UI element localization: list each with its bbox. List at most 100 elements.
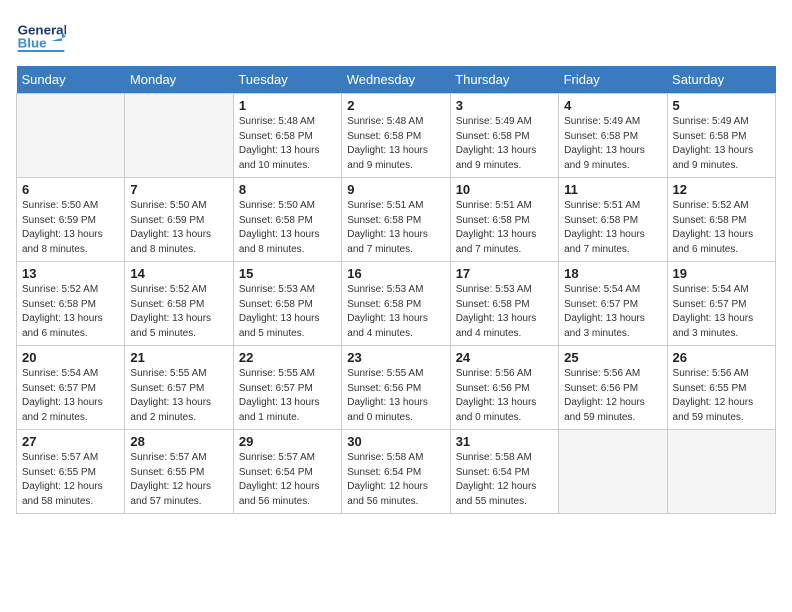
calendar-cell: 23 Sunrise: 5:55 AM Sunset: 6:56 PM Dayli… xyxy=(342,346,450,430)
day-number: 9 xyxy=(347,182,444,197)
calendar-cell: 27 Sunrise: 5:57 AM Sunset: 6:55 PM Dayli… xyxy=(17,430,125,514)
calendar-cell xyxy=(125,94,233,178)
day-info: Sunrise: 5:56 AM Sunset: 6:56 PM Dayligh… xyxy=(564,367,661,425)
calendar-cell: 21 Sunrise: 5:55 AM Sunset: 6:57 PM Dayli… xyxy=(125,346,233,430)
day-info: Sunrise: 5:52 AM Sunset: 6:58 PM Dayligh… xyxy=(130,283,227,341)
day-number: 20 xyxy=(22,350,119,365)
day-number: 8 xyxy=(239,182,336,197)
day-info: Sunrise: 5:50 AM Sunset: 6:58 PM Dayligh… xyxy=(239,199,336,257)
day-number: 18 xyxy=(564,266,661,281)
day-number: 23 xyxy=(347,350,444,365)
calendar-cell: 25Sunrise: 5:56 AM Sunset: 6:56 PM Dayli… xyxy=(559,346,667,430)
day-info: Sunrise: 5:55 AM Sunset: 6:57 PM Dayligh… xyxy=(130,367,227,425)
day-number: 1 xyxy=(239,98,336,113)
day-info: Sunrise: 5:54 AM Sunset: 6:57 PM Dayligh… xyxy=(673,283,770,341)
calendar-cell: 16 Sunrise: 5:53 AM Sunset: 6:58 PM Dayli… xyxy=(342,262,450,346)
logo: General Blue xyxy=(16,16,66,56)
day-number: 31 xyxy=(456,434,553,449)
day-number: 26 xyxy=(673,350,770,365)
calendar-cell: 26 Sunrise: 5:56 AM Sunset: 6:55 PM Dayli… xyxy=(667,346,775,430)
day-info: Sunrise: 5:49 AM Sunset: 6:58 PM Dayligh… xyxy=(673,115,770,173)
day-info: Sunrise: 5:54 AM Sunset: 6:57 PM Dayligh… xyxy=(22,367,119,425)
weekday-header-wednesday: Wednesday xyxy=(342,66,450,94)
day-number: 22 xyxy=(239,350,336,365)
calendar-cell: 4 Sunrise: 5:49 AM Sunset: 6:58 PM Daylig… xyxy=(559,94,667,178)
calendar-cell: 12 Sunrise: 5:52 AM Sunset: 6:58 PM Dayli… xyxy=(667,178,775,262)
day-info: Sunrise: 5:49 AM Sunset: 6:58 PM Dayligh… xyxy=(564,115,661,173)
weekday-header-sunday: Sunday xyxy=(17,66,125,94)
calendar-table: SundayMondayTuesdayWednesdayThursdayFrid… xyxy=(16,66,776,514)
day-number: 13 xyxy=(22,266,119,281)
calendar-week-5: 27 Sunrise: 5:57 AM Sunset: 6:55 PM Dayli… xyxy=(17,430,776,514)
day-number: 21 xyxy=(130,350,227,365)
page-header: General Blue xyxy=(16,16,776,56)
calendar-cell: 3 Sunrise: 5:49 AM Sunset: 6:58 PM Daylig… xyxy=(450,94,558,178)
day-info: Sunrise: 5:53 AM Sunset: 6:58 PM Dayligh… xyxy=(347,283,444,341)
calendar-cell: 15Sunrise: 5:53 AM Sunset: 6:58 PM Dayli… xyxy=(233,262,341,346)
day-number: 24 xyxy=(456,350,553,365)
day-number: 2 xyxy=(347,98,444,113)
calendar-cell: 8 Sunrise: 5:50 AM Sunset: 6:58 PM Daylig… xyxy=(233,178,341,262)
weekday-header-friday: Friday xyxy=(559,66,667,94)
day-number: 16 xyxy=(347,266,444,281)
calendar-cell: 24 Sunrise: 5:56 AM Sunset: 6:56 PM Dayli… xyxy=(450,346,558,430)
day-number: 7 xyxy=(130,182,227,197)
day-info: Sunrise: 5:53 AM Sunset: 6:58 PM Dayligh… xyxy=(456,283,553,341)
day-info: Sunrise: 5:55 AM Sunset: 6:56 PM Dayligh… xyxy=(347,367,444,425)
logo-svg: General Blue xyxy=(16,16,66,56)
day-info: Sunrise: 5:49 AM Sunset: 6:58 PM Dayligh… xyxy=(456,115,553,173)
weekday-header-row: SundayMondayTuesdayWednesdayThursdayFrid… xyxy=(17,66,776,94)
calendar-cell: 31 Sunrise: 5:58 AM Sunset: 6:54 PM Dayli… xyxy=(450,430,558,514)
day-number: 6 xyxy=(22,182,119,197)
weekday-header-saturday: Saturday xyxy=(667,66,775,94)
calendar-week-2: 6 Sunrise: 5:50 AM Sunset: 6:59 PM Daylig… xyxy=(17,178,776,262)
day-info: Sunrise: 5:55 AM Sunset: 6:57 PM Dayligh… xyxy=(239,367,336,425)
calendar-week-1: 1 Sunrise: 5:48 AM Sunset: 6:58 PM Daylig… xyxy=(17,94,776,178)
day-info: Sunrise: 5:50 AM Sunset: 6:59 PM Dayligh… xyxy=(130,199,227,257)
day-info: Sunrise: 5:50 AM Sunset: 6:59 PM Dayligh… xyxy=(22,199,119,257)
day-info: Sunrise: 5:53 AM Sunset: 6:58 PM Dayligh… xyxy=(239,283,336,341)
day-number: 12 xyxy=(673,182,770,197)
day-info: Sunrise: 5:56 AM Sunset: 6:56 PM Dayligh… xyxy=(456,367,553,425)
calendar-cell: 30 Sunrise: 5:58 AM Sunset: 6:54 PM Dayli… xyxy=(342,430,450,514)
calendar-cell xyxy=(17,94,125,178)
day-number: 27 xyxy=(22,434,119,449)
day-number: 4 xyxy=(564,98,661,113)
calendar-cell xyxy=(667,430,775,514)
calendar-cell: 2 Sunrise: 5:48 AM Sunset: 6:58 PM Daylig… xyxy=(342,94,450,178)
day-info: Sunrise: 5:48 AM Sunset: 6:58 PM Dayligh… xyxy=(347,115,444,173)
calendar-cell: 11Sunrise: 5:51 AM Sunset: 6:58 PM Dayli… xyxy=(559,178,667,262)
calendar-cell: 13 Sunrise: 5:52 AM Sunset: 6:58 PM Dayli… xyxy=(17,262,125,346)
svg-text:Blue: Blue xyxy=(18,36,47,51)
day-info: Sunrise: 5:56 AM Sunset: 6:55 PM Dayligh… xyxy=(673,367,770,425)
calendar-cell: 10 Sunrise: 5:51 AM Sunset: 6:58 PM Dayli… xyxy=(450,178,558,262)
day-info: Sunrise: 5:52 AM Sunset: 6:58 PM Dayligh… xyxy=(22,283,119,341)
calendar-week-4: 20 Sunrise: 5:54 AM Sunset: 6:57 PM Dayli… xyxy=(17,346,776,430)
calendar-cell: 1Sunrise: 5:48 AM Sunset: 6:58 PM Daylig… xyxy=(233,94,341,178)
calendar-cell: 22 Sunrise: 5:55 AM Sunset: 6:57 PM Dayli… xyxy=(233,346,341,430)
day-info: Sunrise: 5:51 AM Sunset: 6:58 PM Dayligh… xyxy=(564,199,661,257)
day-number: 19 xyxy=(673,266,770,281)
calendar-week-3: 13 Sunrise: 5:52 AM Sunset: 6:58 PM Dayli… xyxy=(17,262,776,346)
calendar-cell: 5Sunrise: 5:49 AM Sunset: 6:58 PM Daylig… xyxy=(667,94,775,178)
weekday-header-tuesday: Tuesday xyxy=(233,66,341,94)
day-number: 30 xyxy=(347,434,444,449)
day-info: Sunrise: 5:51 AM Sunset: 6:58 PM Dayligh… xyxy=(347,199,444,257)
day-info: Sunrise: 5:54 AM Sunset: 6:57 PM Dayligh… xyxy=(564,283,661,341)
day-number: 10 xyxy=(456,182,553,197)
day-info: Sunrise: 5:58 AM Sunset: 6:54 PM Dayligh… xyxy=(347,451,444,509)
calendar-cell: 9 Sunrise: 5:51 AM Sunset: 6:58 PM Daylig… xyxy=(342,178,450,262)
day-number: 3 xyxy=(456,98,553,113)
day-number: 28 xyxy=(130,434,227,449)
calendar-cell: 29Sunrise: 5:57 AM Sunset: 6:54 PM Dayli… xyxy=(233,430,341,514)
calendar-cell: 19 Sunrise: 5:54 AM Sunset: 6:57 PM Dayli… xyxy=(667,262,775,346)
day-info: Sunrise: 5:58 AM Sunset: 6:54 PM Dayligh… xyxy=(456,451,553,509)
day-number: 14 xyxy=(130,266,227,281)
calendar-cell: 18 Sunrise: 5:54 AM Sunset: 6:57 PM Dayli… xyxy=(559,262,667,346)
day-info: Sunrise: 5:52 AM Sunset: 6:58 PM Dayligh… xyxy=(673,199,770,257)
day-info: Sunrise: 5:57 AM Sunset: 6:55 PM Dayligh… xyxy=(22,451,119,509)
day-info: Sunrise: 5:51 AM Sunset: 6:58 PM Dayligh… xyxy=(456,199,553,257)
calendar-cell: 7 Sunrise: 5:50 AM Sunset: 6:59 PM Daylig… xyxy=(125,178,233,262)
calendar-cell xyxy=(559,430,667,514)
calendar-cell: 20 Sunrise: 5:54 AM Sunset: 6:57 PM Dayli… xyxy=(17,346,125,430)
